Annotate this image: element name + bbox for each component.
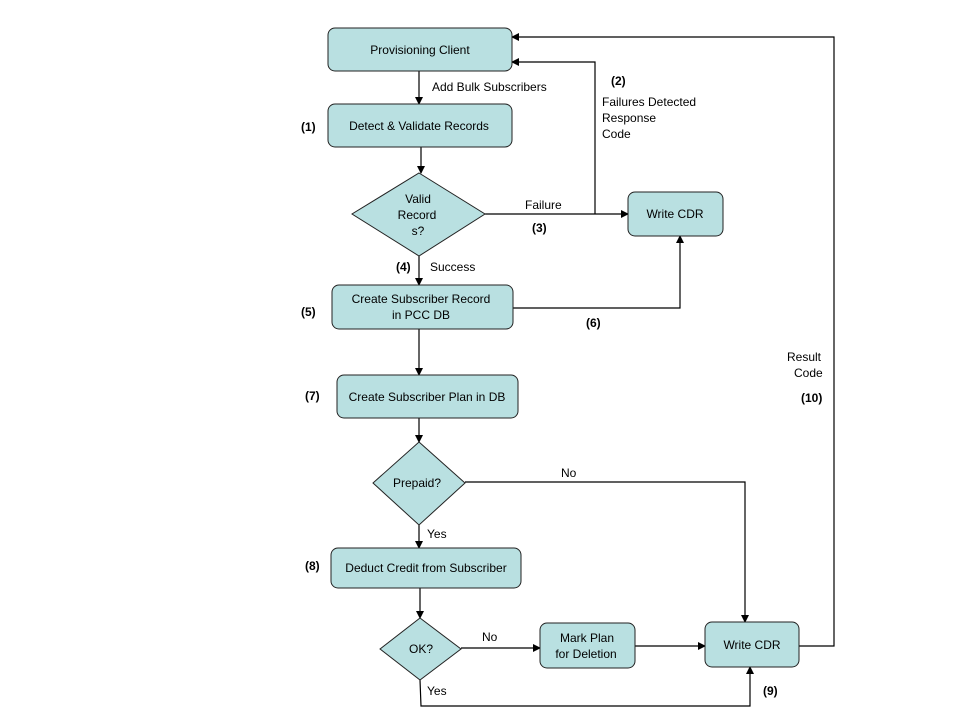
node-mark-plan: Mark Plan for Deletion	[539, 622, 636, 669]
label-ok-no: No	[482, 630, 498, 644]
node-label: Create Subscriber Plan in DB	[349, 390, 506, 404]
label-code: Code	[602, 127, 631, 141]
step-4: (4)	[396, 260, 411, 274]
step-6: (6)	[586, 316, 601, 330]
label-add-bulk: Add Bulk Subscribers	[432, 80, 547, 94]
label-ok-yes: Yes	[427, 684, 447, 698]
node-write-cdr-top: Write CDR	[627, 191, 724, 237]
step-8: (8)	[305, 559, 320, 573]
node-valid-records: Valid Record s?	[351, 172, 486, 257]
step-9: (9)	[763, 684, 778, 698]
label-failure: Failure	[525, 198, 562, 212]
node-label: Mark Plan	[560, 631, 614, 645]
edge-ok-yes	[419, 666, 754, 707]
node-create-record: Create Subscriber Record in PCC DB	[331, 284, 514, 330]
node-label: Deduct Credit from Subscriber	[345, 561, 506, 575]
node-label: Create Subscriber Record	[352, 292, 491, 306]
node-write-cdr-bottom: Write CDR	[704, 621, 800, 668]
node-ok: OK?	[379, 617, 462, 681]
node-label: Write CDR	[723, 638, 780, 652]
step-3: (3)	[532, 221, 547, 235]
node-deduct-credit: Deduct Credit from Subscriber	[330, 547, 522, 589]
label-success: Success	[430, 260, 475, 274]
node-label: Prepaid?	[393, 476, 441, 490]
step-10: (10)	[801, 391, 822, 405]
node-create-plan: Create Subscriber Plan in DB	[336, 374, 519, 419]
step-7: (7)	[305, 389, 320, 403]
node-label: in PCC DB	[392, 308, 450, 322]
node-label: Provisioning Client	[370, 43, 470, 57]
label-result: Result	[787, 350, 822, 364]
node-label: Write CDR	[646, 207, 703, 221]
label-failures-detected: Failures Detected	[602, 95, 696, 109]
step-2: (2)	[611, 74, 626, 88]
step-1: (1)	[301, 120, 316, 134]
node-label: Record	[398, 208, 437, 222]
label-response: Response	[602, 111, 656, 125]
node-label: OK?	[409, 642, 433, 656]
flowchart: Provisioning Client Detect & Validate Re…	[301, 27, 835, 707]
label-prepaid-no: No	[561, 466, 577, 480]
node-label: Valid	[405, 192, 431, 206]
label-prepaid-yes: Yes	[427, 527, 447, 541]
node-prepaid: Prepaid?	[372, 441, 466, 526]
node-provisioning-client: Provisioning Client	[327, 27, 513, 72]
edge-result-code	[511, 33, 835, 647]
node-label: s?	[412, 224, 425, 238]
edge-record-to-cdr	[513, 235, 684, 309]
node-detect-validate: Detect & Validate Records	[327, 103, 513, 148]
node-label: Detect & Validate Records	[349, 119, 489, 133]
label-result-code: Code	[794, 366, 823, 380]
step-5: (5)	[301, 305, 316, 319]
node-label: for Deletion	[555, 647, 616, 661]
